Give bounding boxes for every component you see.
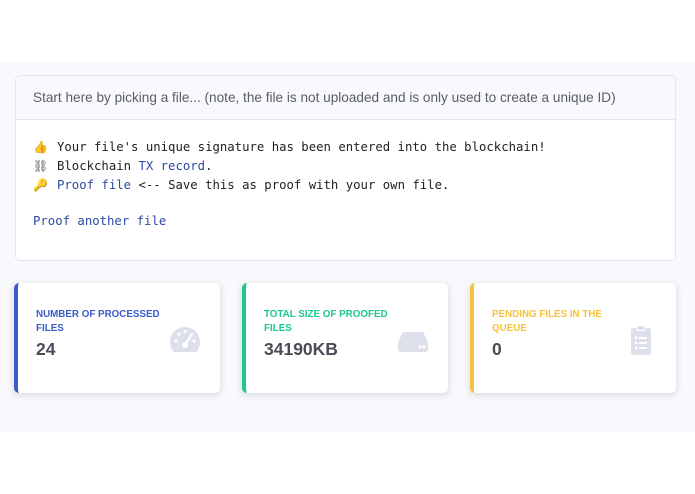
stat-label: Pending files in the queue bbox=[492, 309, 602, 334]
result-line-proof: 🔑 Proof file <-- Save this as proof with … bbox=[33, 176, 658, 195]
stat-label: Total size of proofed files bbox=[264, 309, 388, 334]
tx-prefix-text: Blockchain bbox=[57, 159, 139, 173]
stat-card-processed-files: Number of processed files 24 bbox=[14, 283, 220, 393]
thumbs-up-icon: 👍 bbox=[33, 140, 48, 154]
key-icon: 🔑 bbox=[33, 178, 48, 192]
proof-file-link[interactable]: Proof file bbox=[57, 176, 131, 195]
result-line-success: 👍 Your file's unique signature has been e… bbox=[33, 138, 658, 157]
stat-label: Number of processed files bbox=[36, 309, 160, 334]
result-line-tx: ⛓ Blockchain TX record. bbox=[33, 157, 658, 176]
result-body: 👍 Your file's unique signature has been e… bbox=[16, 120, 675, 231]
stat-value: 34190KB bbox=[264, 339, 338, 359]
success-text: Your file's unique signature has been en… bbox=[57, 140, 546, 154]
stat-card-total-size: Total size of proofed files 34190KB bbox=[242, 283, 448, 393]
tx-suffix-text: . bbox=[205, 159, 213, 173]
stat-card-pending-files: Pending files in the queue 0 bbox=[470, 283, 676, 393]
stat-value: 0 bbox=[492, 339, 502, 359]
tx-record-link[interactable]: TX record bbox=[138, 157, 205, 176]
clipboard-list-icon bbox=[631, 324, 651, 355]
tachometer-icon bbox=[170, 327, 200, 352]
chain-icon: ⛓ bbox=[33, 159, 49, 173]
file-card: Start here by picking a file... (note, t… bbox=[15, 75, 676, 261]
hdd-icon bbox=[398, 332, 428, 352]
proof-another-file-link[interactable]: Proof another file bbox=[33, 212, 166, 231]
proof-hint-text: <-- Save this as proof with your own fil… bbox=[131, 178, 450, 192]
file-picker-header[interactable]: Start here by picking a file... (note, t… bbox=[16, 76, 675, 120]
stat-value: 24 bbox=[36, 339, 56, 359]
